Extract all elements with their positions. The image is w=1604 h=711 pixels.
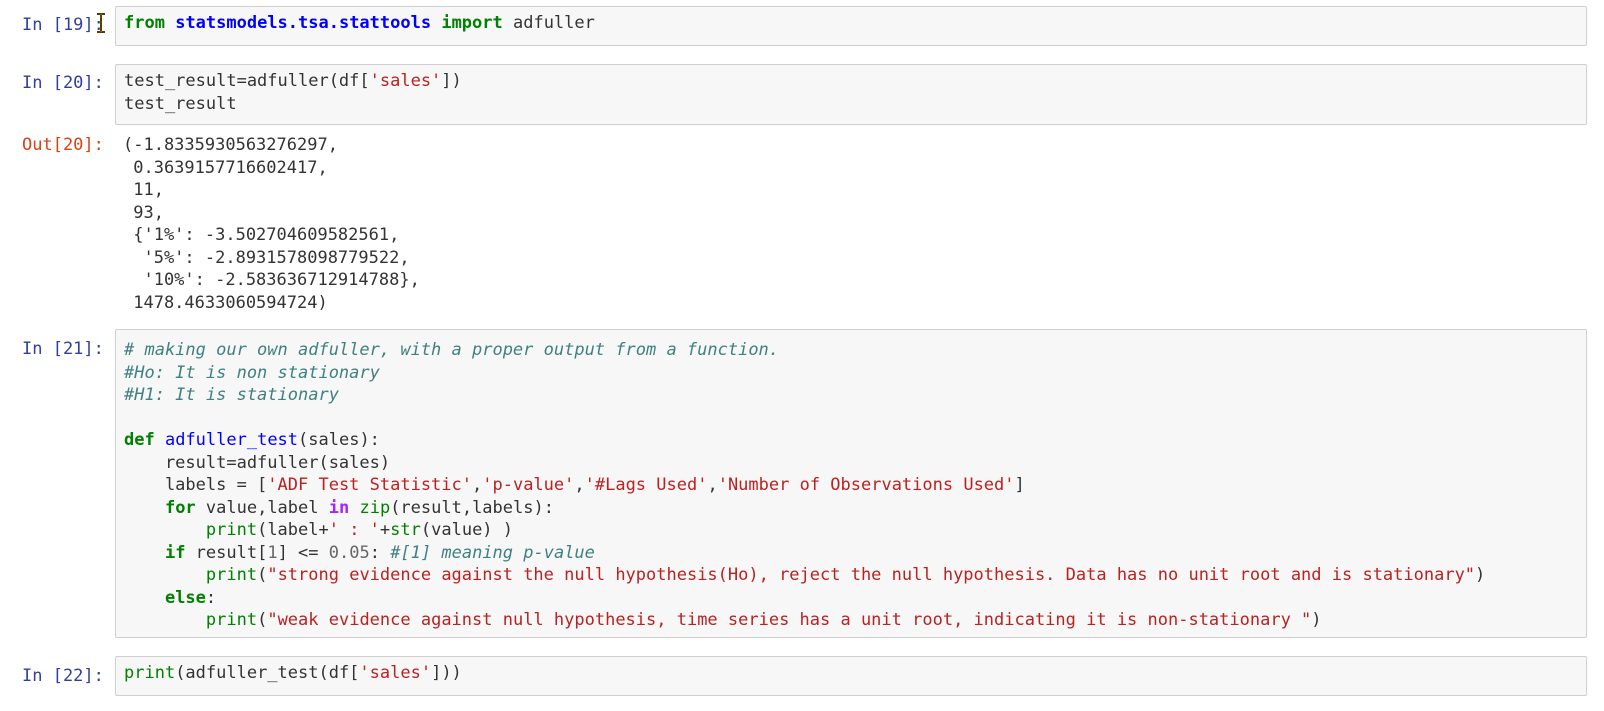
- code-token: if: [164, 542, 186, 563]
- code-token: '#Lags Used': [584, 475, 708, 495]
- code-token: 'Number of Observations Used': [717, 475, 1015, 495]
- code-token: def: [124, 430, 155, 450]
- code-token: 'sales': [359, 663, 432, 683]
- code-token: in: [328, 497, 350, 518]
- code-token: else: [164, 587, 206, 608]
- code-text[interactable]: # making our own adfuller, with a proper…: [116, 330, 1586, 637]
- code-editor[interactable]: from statsmodels.tsa.stattools import ad…: [115, 6, 1587, 46]
- code-token: adfuller_test: [164, 430, 299, 450]
- code-text[interactable]: test_result=adfuller(df['sales']) test_r…: [116, 65, 1586, 120]
- code-token: #[1] meaning p-value: [390, 542, 595, 563]
- text-cursor-icon: [97, 13, 105, 33]
- code-token: #H1: It is stationary: [124, 385, 339, 405]
- code-token: statsmodels.tsa.stattools: [175, 13, 432, 33]
- code-token: 'p-value': [482, 475, 575, 495]
- input-prompt: In [21]:: [22, 339, 104, 359]
- code-token: print: [205, 565, 258, 585]
- input-prompt: In [19]:: [22, 15, 104, 35]
- code-text[interactable]: print(adfuller_test(df['sales'])): [116, 657, 1586, 690]
- code-token: #Ho: It is non stationary: [124, 362, 380, 383]
- code-token: str: [390, 520, 421, 540]
- code-token: "weak evidence against null hypothesis, …: [267, 610, 1312, 630]
- code-token: 'sales': [369, 71, 442, 91]
- code-token: 0.05: [328, 542, 370, 563]
- input-prompt: In [22]:: [22, 666, 104, 686]
- code-token: 'ADF Test Statistic': [267, 475, 472, 495]
- code-editor[interactable]: # making our own adfuller, with a proper…: [115, 329, 1587, 638]
- code-token: 1: [267, 542, 278, 563]
- code-token: zip: [359, 497, 391, 518]
- code-editor[interactable]: test_result=adfuller(df['sales']) test_r…: [115, 64, 1587, 125]
- code-token: from: [124, 13, 165, 33]
- output-prompt: Out[20]:: [22, 135, 104, 155]
- notebook: In [19]: from statsmodels.tsa.stattools …: [0, 0, 1604, 711]
- output-text: (-1.8335930563276297, 0.3639157716602417…: [123, 135, 420, 313]
- code-token: # making our own adfuller, with a proper…: [124, 340, 780, 360]
- code-token: print: [124, 663, 176, 683]
- code-editor[interactable]: print(adfuller_test(df['sales'])): [115, 656, 1587, 696]
- cell-output: (-1.8335930563276297, 0.3639157716602417…: [115, 134, 1587, 319]
- input-prompt: In [20]:: [22, 73, 104, 93]
- code-token: "strong evidence against the null hypoth…: [267, 565, 1476, 585]
- code-token: import: [441, 13, 503, 33]
- code-text[interactable]: from statsmodels.tsa.stattools import ad…: [116, 7, 1586, 40]
- code-token: print: [205, 610, 258, 630]
- code-token: ' : ': [328, 520, 380, 540]
- code-token: print: [205, 520, 258, 540]
- code-token: for: [164, 497, 196, 518]
